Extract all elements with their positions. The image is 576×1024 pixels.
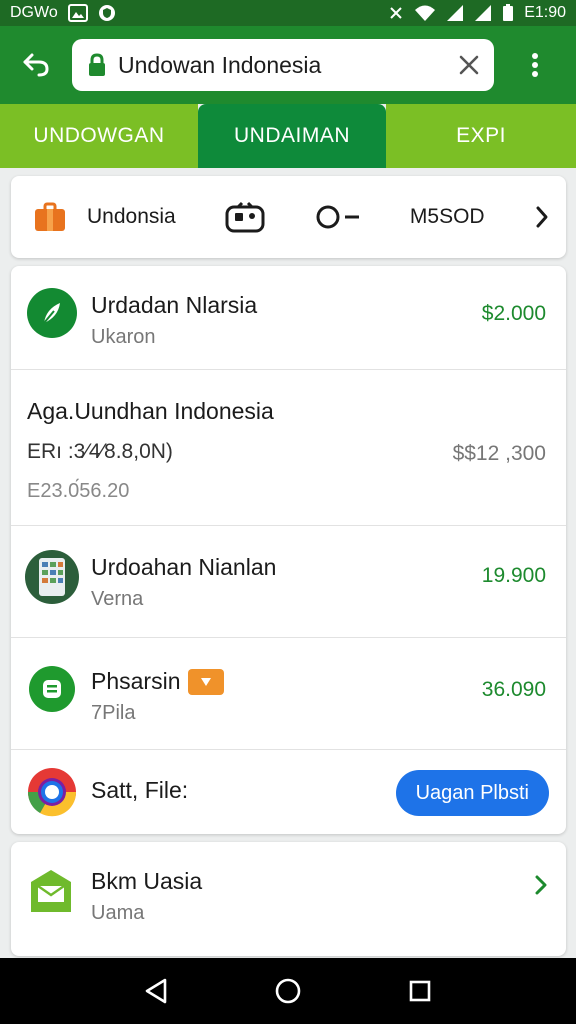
play-badge-icon [188, 669, 225, 695]
shortcut-label: Undonsia [87, 205, 176, 228]
wifi-icon [414, 4, 436, 22]
nav-recents-button[interactable] [400, 971, 440, 1011]
tab-label: EXPI [456, 124, 506, 147]
leaf-icon [27, 288, 77, 338]
tab-label: UNDOWGAN [33, 124, 165, 147]
mail-badge-icon [27, 868, 75, 916]
item-subtitle: Uama [91, 902, 145, 924]
item-subtitle: 7Pila [91, 702, 136, 724]
tab-expi[interactable]: EXPI [386, 104, 576, 168]
gamepad-icon [225, 201, 265, 233]
browser-logo-icon [27, 767, 77, 817]
list-item[interactable]: Aga.Uundhan Indonesia ERı :3⁄4⁄8.8,0N) E… [11, 370, 566, 526]
item-detail: E23.0́56.20 [27, 480, 130, 502]
item-title: Urdoahan Nianlan [91, 554, 277, 580]
overflow-menu-button[interactable] [494, 26, 576, 104]
item-title: Urdadan Nlarsia [91, 292, 258, 318]
shortcut-card: Undonsia M5SOD [11, 176, 566, 258]
circle-home-icon [275, 978, 301, 1004]
nav-back-button[interactable] [136, 971, 176, 1011]
item-detail: ERı :3⁄4⁄8.8,0N) [27, 440, 173, 463]
shortcut-item-m5sod[interactable]: M5SOD [410, 205, 485, 229]
chevron-right-icon[interactable] [534, 205, 550, 229]
square-recents-icon [409, 980, 431, 1002]
signal-icon [446, 4, 464, 22]
tab-undowgan[interactable]: UNDOWGAN [0, 104, 198, 168]
triangle-back-icon [145, 978, 167, 1004]
shield-notification-icon [98, 4, 116, 22]
app-thumbnail-icon [25, 550, 79, 604]
chevron-right-icon[interactable] [534, 874, 548, 901]
list-item: Satt, File: Uagan Plbsti [11, 750, 566, 834]
signal-icon [474, 4, 492, 22]
status-time: E1:90 [524, 4, 566, 21]
back-button[interactable] [0, 26, 72, 104]
lock-icon [88, 53, 106, 77]
action-button-label: Uagan Plbsti [415, 781, 529, 804]
url-bar[interactable]: Undowan Indonesia [72, 39, 494, 91]
url-text: Undowan Indonesia [118, 51, 322, 78]
item-title: Aga.Uundhan Indonesia [27, 398, 274, 424]
list-item[interactable]: Phsarsin 7Pila 36.090 [11, 638, 566, 750]
item-amount: $2.000 [481, 302, 546, 325]
system-navigation-bar [0, 958, 576, 1024]
shortcut-item-undonsia[interactable]: Undonsia [33, 202, 176, 232]
item-amount: 19.900 [481, 564, 546, 587]
tab-bar: UNDOWGAN UNDAIMAN EXPI [0, 104, 576, 168]
action-button[interactable]: Uagan Plbsti [395, 770, 549, 816]
item-amount: $$12 ,300 [452, 442, 546, 465]
shopping-bag-icon [33, 202, 67, 232]
gamepad-shortcut[interactable] [225, 201, 265, 233]
more-vertical-icon [532, 53, 538, 77]
item-amount: 36.090 [481, 678, 546, 701]
clear-icon[interactable] [458, 54, 480, 76]
item-title: Bkm Uasia [91, 868, 203, 894]
item-subtitle: Verna [91, 588, 144, 610]
transaction-list: Urdadan Nlarsia Ukaron $2.000 Aga.Uundha… [11, 266, 566, 834]
back-arrow-icon [23, 53, 49, 77]
list-item[interactable]: Urdadan Nlarsia Ukaron $2.000 [11, 266, 566, 370]
item-title: Phsarsin [91, 668, 225, 695]
item-subtitle: Ukaron [91, 326, 156, 348]
item-title-text: Phsarsin [91, 668, 181, 694]
tab-undaiman[interactable]: UNDAIMAN [198, 104, 386, 168]
list-item[interactable]: Urdoahan Nianlan Verna 19.900 [11, 526, 566, 638]
circle-icon [315, 204, 361, 230]
nav-home-button[interactable] [268, 971, 308, 1011]
vibrate-icon [388, 5, 404, 21]
image-notification-icon [67, 4, 88, 22]
list-item-card[interactable]: Bkm Uasia Uama [11, 842, 566, 956]
item-title: Satt, File: [91, 777, 189, 803]
message-icon [29, 666, 75, 712]
toggle-shortcut[interactable] [315, 204, 361, 230]
tab-label: UNDAIMAN [233, 124, 350, 147]
shortcut-label: M5SOD [409, 205, 485, 228]
status-bar: DGWo E1:90 [0, 0, 576, 26]
status-carrier-text: DGWo [10, 4, 58, 21]
battery-icon [502, 4, 514, 22]
browser-toolbar: Undowan Indonesia [0, 26, 576, 104]
